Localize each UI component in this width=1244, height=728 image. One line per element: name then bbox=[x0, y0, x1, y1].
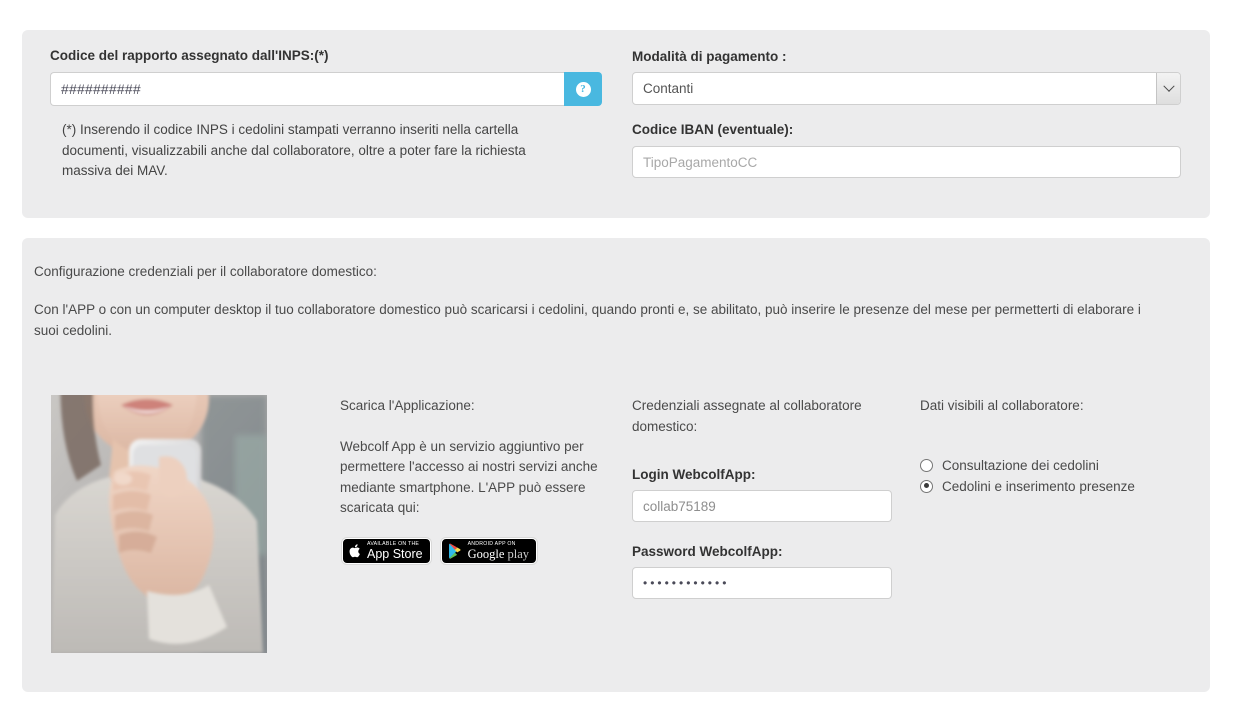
payment-method-select[interactable]: Contanti bbox=[632, 72, 1181, 105]
credentials-column: Credenziali assegnate al collaboratore d… bbox=[632, 396, 892, 599]
radio-cedolini-presenze-label: Cedolini e inserimento presenze bbox=[942, 479, 1135, 494]
iban-label: Codice IBAN (eventuale): bbox=[632, 122, 1172, 138]
radio-circle-icon bbox=[920, 459, 933, 472]
store-badges: Available on the App Store Android app o… bbox=[342, 538, 537, 564]
app-download-heading: Scarica l'Applicazione: bbox=[340, 396, 602, 417]
app-store-badge-big: App Store bbox=[367, 548, 423, 561]
google-play-badge[interactable]: Android app on Google play bbox=[441, 538, 537, 564]
google-play-badge-big: Google bbox=[468, 547, 505, 561]
inps-code-input[interactable] bbox=[50, 72, 564, 106]
radio-consultazione[interactable]: Consultazione dei cedolini bbox=[920, 455, 1190, 476]
config-title: Configurazione credenziali per il collab… bbox=[34, 262, 1134, 283]
inps-code-note: (*) Inserendo il codice INPS i cedolini … bbox=[62, 120, 572, 182]
question-mark-icon: ? bbox=[576, 82, 591, 97]
visibility-column: Dati visibili al collaboratore: Consulta… bbox=[920, 396, 1190, 497]
inps-code-label: Codice del rapporto assegnato dall'INPS:… bbox=[50, 48, 590, 64]
app-download-column: Scarica l'Applicazione: Webcolf App è un… bbox=[340, 396, 602, 519]
iban-input[interactable] bbox=[632, 146, 1181, 178]
password-label: Password WebcolfApp: bbox=[632, 544, 892, 560]
google-play-badge-big-light: play bbox=[504, 547, 529, 561]
app-download-paragraph: Webcolf App è un servizio aggiuntivo per… bbox=[340, 437, 602, 519]
config-description: Con l'APP o con un computer desktop il t… bbox=[34, 300, 1142, 341]
login-input[interactable] bbox=[632, 490, 892, 522]
radio-consultazione-label: Consultazione dei cedolini bbox=[942, 458, 1099, 473]
google-play-icon bbox=[448, 543, 463, 559]
page-root: Codice del rapporto assegnato dall'INPS:… bbox=[0, 0, 1244, 728]
apple-logo-icon bbox=[349, 543, 362, 559]
radio-circle-selected-icon bbox=[920, 480, 933, 493]
inps-help-button[interactable]: ? bbox=[564, 72, 602, 106]
login-label: Login WebcolfApp: bbox=[632, 467, 892, 483]
credentials-caption: Credenziali assegnate al collaboratore d… bbox=[632, 396, 892, 437]
password-input[interactable]: •••••••••••• bbox=[632, 567, 892, 599]
app-store-badge[interactable]: Available on the App Store bbox=[342, 538, 431, 564]
inps-code-input-group: ? bbox=[50, 72, 602, 106]
payment-method-select-wrap: Contanti bbox=[632, 72, 1181, 105]
payment-method-label: Modalità di pagamento : bbox=[632, 49, 1172, 65]
woman-holding-smartphone-photo bbox=[51, 395, 267, 653]
radio-cedolini-presenze[interactable]: Cedolini e inserimento presenze bbox=[920, 476, 1190, 497]
visibility-caption: Dati visibili al collaboratore: bbox=[920, 396, 1190, 417]
iban-input-wrap bbox=[632, 146, 1181, 178]
